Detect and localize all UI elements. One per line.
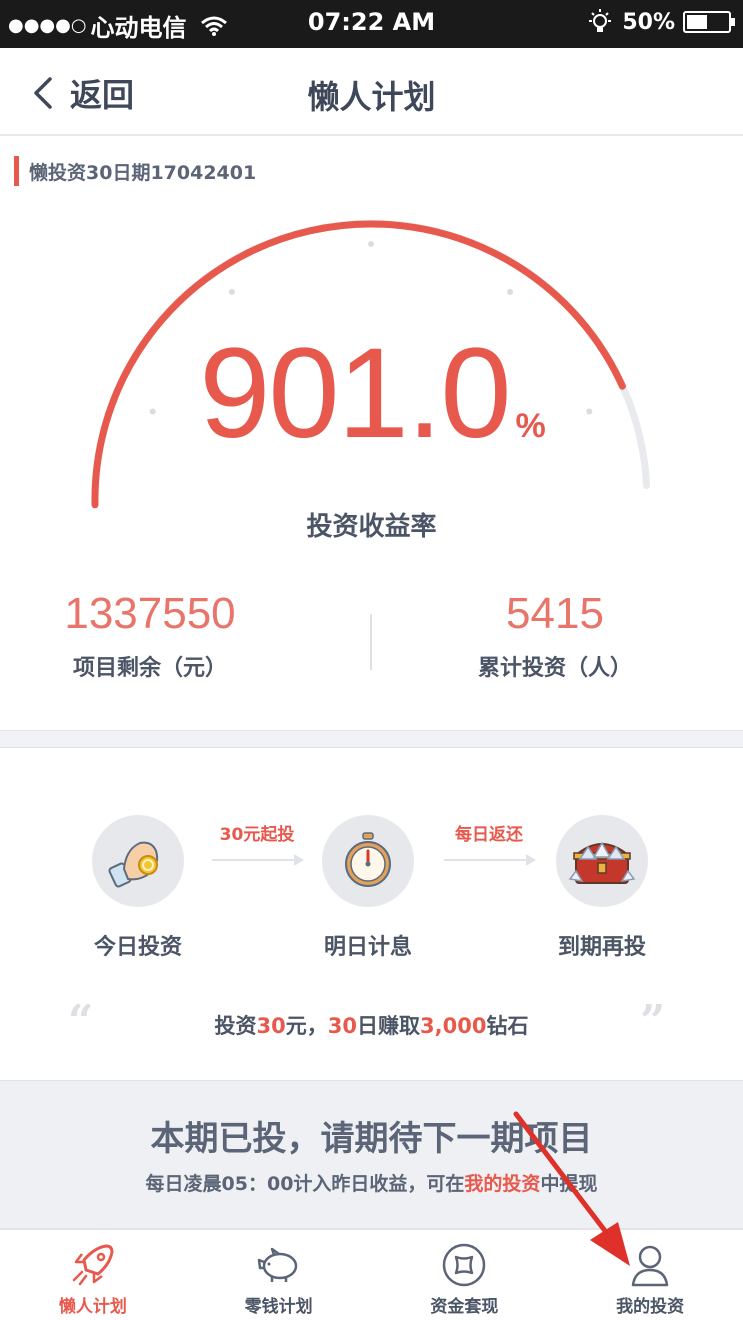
coin-icon [443,1243,486,1287]
step-label: 明日计息 [323,935,412,960]
user-icon [631,1245,669,1287]
step-label: 到期再投 [557,935,646,960]
remaining-value: 1337550 [64,589,236,638]
promo-part: 钻石 [486,1014,529,1038]
investors-stat: 5415 累计投资（人） [395,592,715,682]
remaining-stat: 1337550 项目剩余（元） [0,592,310,682]
step-circle [556,815,648,907]
battery-percent: 50% [622,9,675,35]
return-rate-label: 投资收益率 [306,512,437,542]
step-circle [322,815,414,907]
promo-part: 投资 [214,1014,257,1038]
tab-label: 懒人计划 [58,1297,127,1317]
step-label: 今日投资 [93,935,182,960]
promo-text: 投资30元，30日赚取3,000钻石 [0,1010,743,1040]
tab-lazy-plan[interactable]: 懒人计划 [0,1230,186,1320]
tag-accent-bar [14,156,19,186]
lightbulb-icon [589,9,612,32]
remaining-label: 项目剩余（元） [72,656,227,681]
rocket-icon [72,1244,114,1286]
battery-level [687,15,707,29]
step-reinvest: 到期再投 [502,790,702,961]
investors-label: 累计投资（人） [477,656,632,681]
stats-divider [370,614,372,670]
status-bar: ●●●●○ 心动电信 07:22 AM 50% [0,0,743,48]
gauge-dot [368,241,374,247]
return-rate-unit: % [515,407,546,445]
gauge-dot [507,288,514,295]
tab-cash-out[interactable]: 资金套现 [372,1230,558,1320]
step-circle [92,815,184,907]
stopwatch-icon [345,832,391,887]
notice-subtitle: 每日凌晨05：00计入昨日收益，可在我的投资中提现 [0,1169,743,1196]
promo-highlight: 3,000 [420,1014,487,1038]
notice-title: 本期已投，请期待下一期项目 [150,1119,593,1159]
tab-label: 资金套现 [430,1297,499,1317]
section-divider [0,730,743,748]
notice-sub-suffix: 中提现 [540,1173,598,1195]
tab-label: 我的投资 [616,1297,685,1317]
product-tag: 懒投资30日期17042401 [14,156,256,186]
promo-part: 日赚取 [357,1014,421,1038]
status-right: 50% [586,8,735,36]
notice-sub-prefix: 每日凌晨05：00计入昨日收益，可在 [145,1173,465,1195]
tab-change-plan[interactable]: 零钱计划 [186,1230,372,1320]
my-investment-link[interactable]: 我的投资 [464,1173,540,1195]
project-stats: 1337550 项目剩余（元） 5415 累计投资（人） [0,592,743,692]
gauge-dot [228,288,235,295]
tab-label: 零钱计划 [244,1297,313,1317]
page-title: 懒人计划 [307,78,436,116]
step-interest-tomorrow: 明日计息 [268,790,468,961]
return-rate-value: 901.0 [199,322,511,465]
tab-my-investment[interactable]: 我的投资 [557,1230,743,1320]
hand-coin-icon [108,841,159,888]
piggy-bank-icon [257,1247,297,1282]
step-invest-today: 今日投资 [38,790,238,961]
promo-highlight: 30 [256,1014,286,1038]
product-name: 懒投资30日期17042401 [29,161,257,184]
nav-bar: 返回 懒人计划 [0,48,743,136]
investors-value: 5415 [506,589,604,638]
sold-out-notice: 本期已投，请期待下一期项目 每日凌晨05：00计入昨日收益，可在我的投资中提现 [0,1080,743,1228]
promo-highlight: 30 [327,1014,358,1038]
investment-steps: 今日投资 30元起投 明日计息 每日返还 到期再投 [0,790,743,990]
promo-part: 元， [285,1014,328,1038]
treasure-chest-icon [568,841,636,884]
battery-icon [683,11,735,33]
return-rate: 901.0% [0,330,743,458]
tab-bar: 懒人计划 零钱计划 资金套现 我的投资 [0,1228,743,1320]
